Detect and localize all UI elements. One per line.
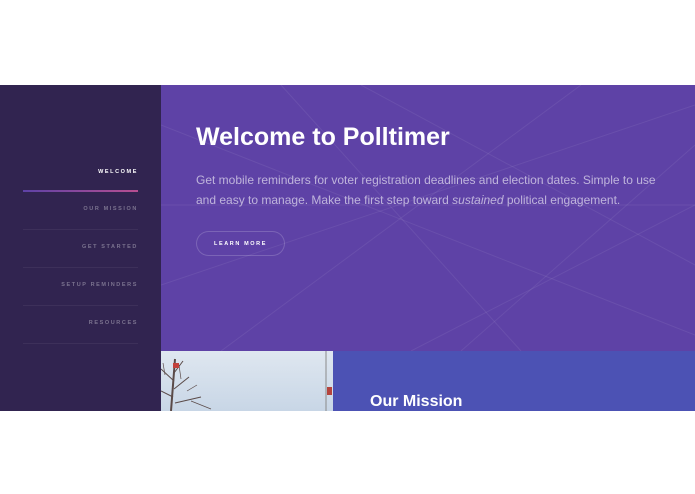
learn-more-button[interactable]: Learn More	[196, 231, 285, 256]
flag-shape	[173, 363, 179, 368]
page-frame: Welcome Our Mission Get Started Setup Re…	[0, 85, 695, 411]
hero-section: Welcome to Polltimer Get mobile reminder…	[161, 85, 695, 351]
hero-text-end: political engagement.	[503, 193, 621, 207]
sidebar-item-label: Get Started	[82, 244, 138, 250]
mission-title: Our Mission	[370, 393, 463, 410]
sidebar-item-setup-reminders[interactable]: Setup Reminders	[23, 268, 138, 306]
mission-section: Our Mission	[333, 351, 695, 411]
sidebar-item-label: Our Mission	[83, 206, 138, 212]
tree-and-flag-photo	[161, 351, 332, 411]
sidebar-item-get-started[interactable]: Get Started	[23, 230, 138, 268]
mission-image	[161, 351, 333, 411]
sidebar-item-label: Resources	[88, 320, 138, 326]
sidebar-item-resources[interactable]: Resources	[23, 306, 138, 344]
sidebar-item-welcome[interactable]: Welcome	[23, 155, 138, 192]
hero-title: Welcome to Polltimer	[196, 123, 450, 151]
sidebar: Welcome Our Mission Get Started Setup Re…	[0, 85, 161, 411]
hero-text-emphasis: sustained	[452, 193, 504, 207]
sidebar-item-label: Setup Reminders	[61, 282, 138, 288]
sidebar-item-our-mission[interactable]: Our Mission	[23, 192, 138, 230]
sidebar-item-label: Welcome	[98, 169, 138, 175]
hero-description: Get mobile reminders for voter registrat…	[196, 170, 666, 210]
sidebar-nav: Welcome Our Mission Get Started Setup Re…	[23, 155, 138, 344]
